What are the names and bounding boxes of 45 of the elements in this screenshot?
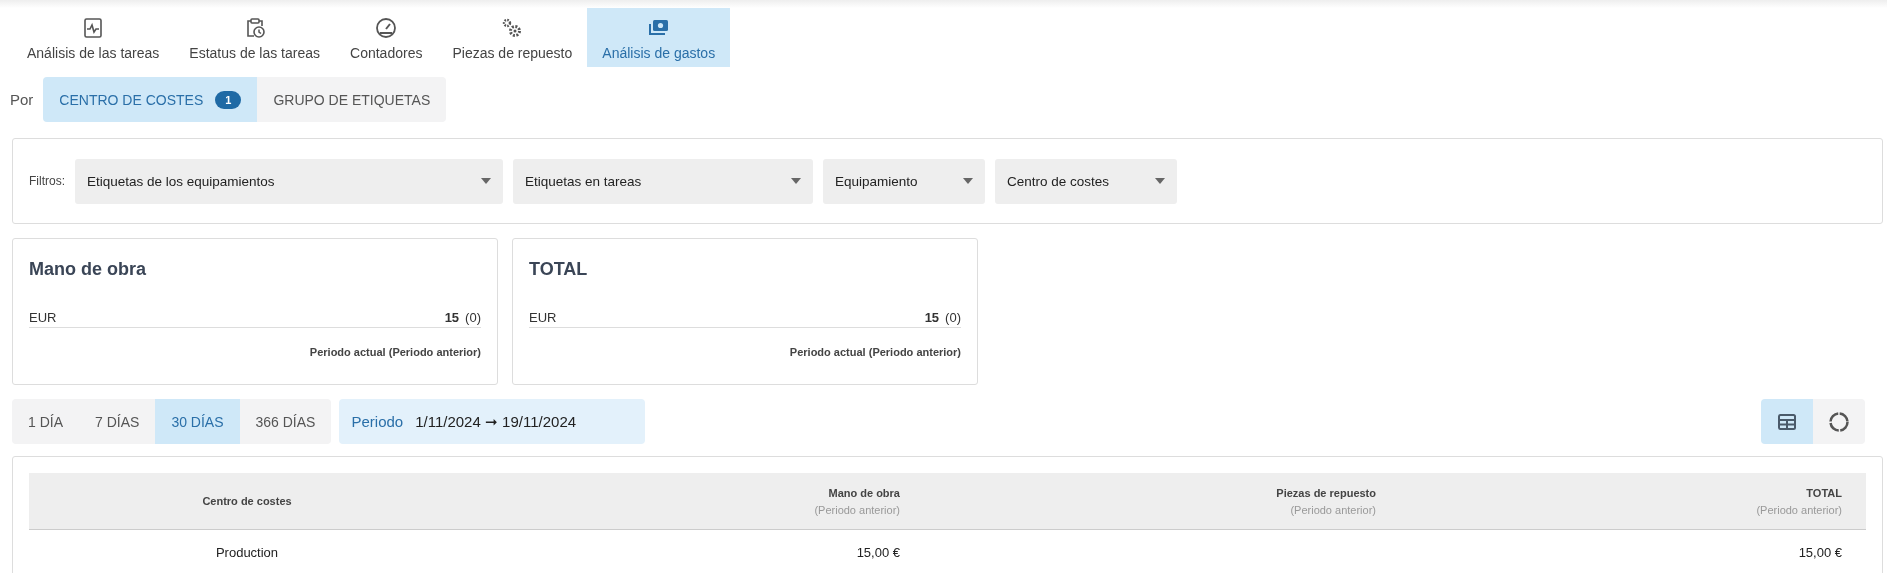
table-cell: Production bbox=[215, 544, 279, 560]
filter-dropdown[interactable]: Etiquetas en tareas bbox=[513, 158, 813, 204]
range-button[interactable]: 366 DÍAS bbox=[239, 399, 332, 444]
group-by-label: Por bbox=[10, 91, 34, 108]
tab[interactable]: Análisis de las tareas bbox=[12, 8, 175, 67]
group-option[interactable]: CENTRO DE COSTES 1 bbox=[43, 77, 258, 122]
table-cell: 15,00 € bbox=[856, 544, 900, 560]
donut-icon bbox=[1828, 410, 1850, 433]
table-view-button[interactable] bbox=[1761, 399, 1813, 444]
caret-icon bbox=[481, 178, 491, 184]
filter-dropdown[interactable]: Etiquetas de los equipamientos bbox=[75, 158, 503, 204]
filter-dropdown[interactable]: Equipamiento bbox=[823, 158, 985, 204]
tab[interactable]: Análisis de gastos bbox=[587, 8, 731, 67]
period-field[interactable]: Periodo 1/11/2024 ➞ 19/11/2024 bbox=[339, 399, 646, 444]
currency-label: EUR bbox=[529, 310, 557, 325]
gauge-icon bbox=[374, 16, 399, 40]
range-button[interactable]: 30 DÍAS bbox=[155, 399, 240, 444]
card-title: Mano de obra bbox=[29, 259, 147, 280]
card-footnote: Periodo actual (Periodo anterior) bbox=[789, 346, 961, 358]
caret-icon bbox=[963, 178, 973, 184]
filter-dropdown[interactable]: Centro de costes bbox=[995, 158, 1177, 204]
table-cell: 15,00 € bbox=[1798, 544, 1842, 560]
column-header: TOTAL (Periodo anterior) bbox=[1400, 473, 1866, 530]
range-button[interactable]: 7 DÍAS bbox=[79, 399, 156, 444]
column-header: Piezas de repuesto (Periodo anterior) bbox=[924, 473, 1400, 530]
tab[interactable]: Estatus de las tareas bbox=[174, 8, 336, 67]
count-badge: 1 bbox=[215, 90, 242, 109]
card-footnote: Periodo actual (Periodo anterior) bbox=[309, 346, 481, 358]
current-value: 15 bbox=[444, 310, 460, 325]
donut-view-button[interactable] bbox=[1813, 399, 1865, 444]
current-value: 15 bbox=[924, 310, 940, 325]
column-header: Centro de costes bbox=[29, 473, 465, 530]
range-button[interactable]: 1 DÍA bbox=[12, 399, 79, 444]
caret-icon bbox=[1155, 178, 1165, 184]
tab[interactable]: Contadores bbox=[335, 8, 438, 67]
filters-label: Filtros: bbox=[29, 174, 65, 188]
caret-icon bbox=[791, 178, 801, 184]
column-header: Mano de obra (Periodo anterior) bbox=[465, 473, 924, 530]
currency-label: EUR bbox=[29, 310, 57, 325]
group-option[interactable]: GRUPO DE ETIQUETAS bbox=[257, 77, 447, 122]
previous-value: (0) bbox=[465, 310, 481, 325]
previous-value: (0) bbox=[945, 310, 961, 325]
table-icon bbox=[1778, 413, 1796, 430]
tab[interactable]: Piezas de repuesto bbox=[437, 8, 588, 67]
card-title: TOTAL bbox=[529, 259, 589, 280]
